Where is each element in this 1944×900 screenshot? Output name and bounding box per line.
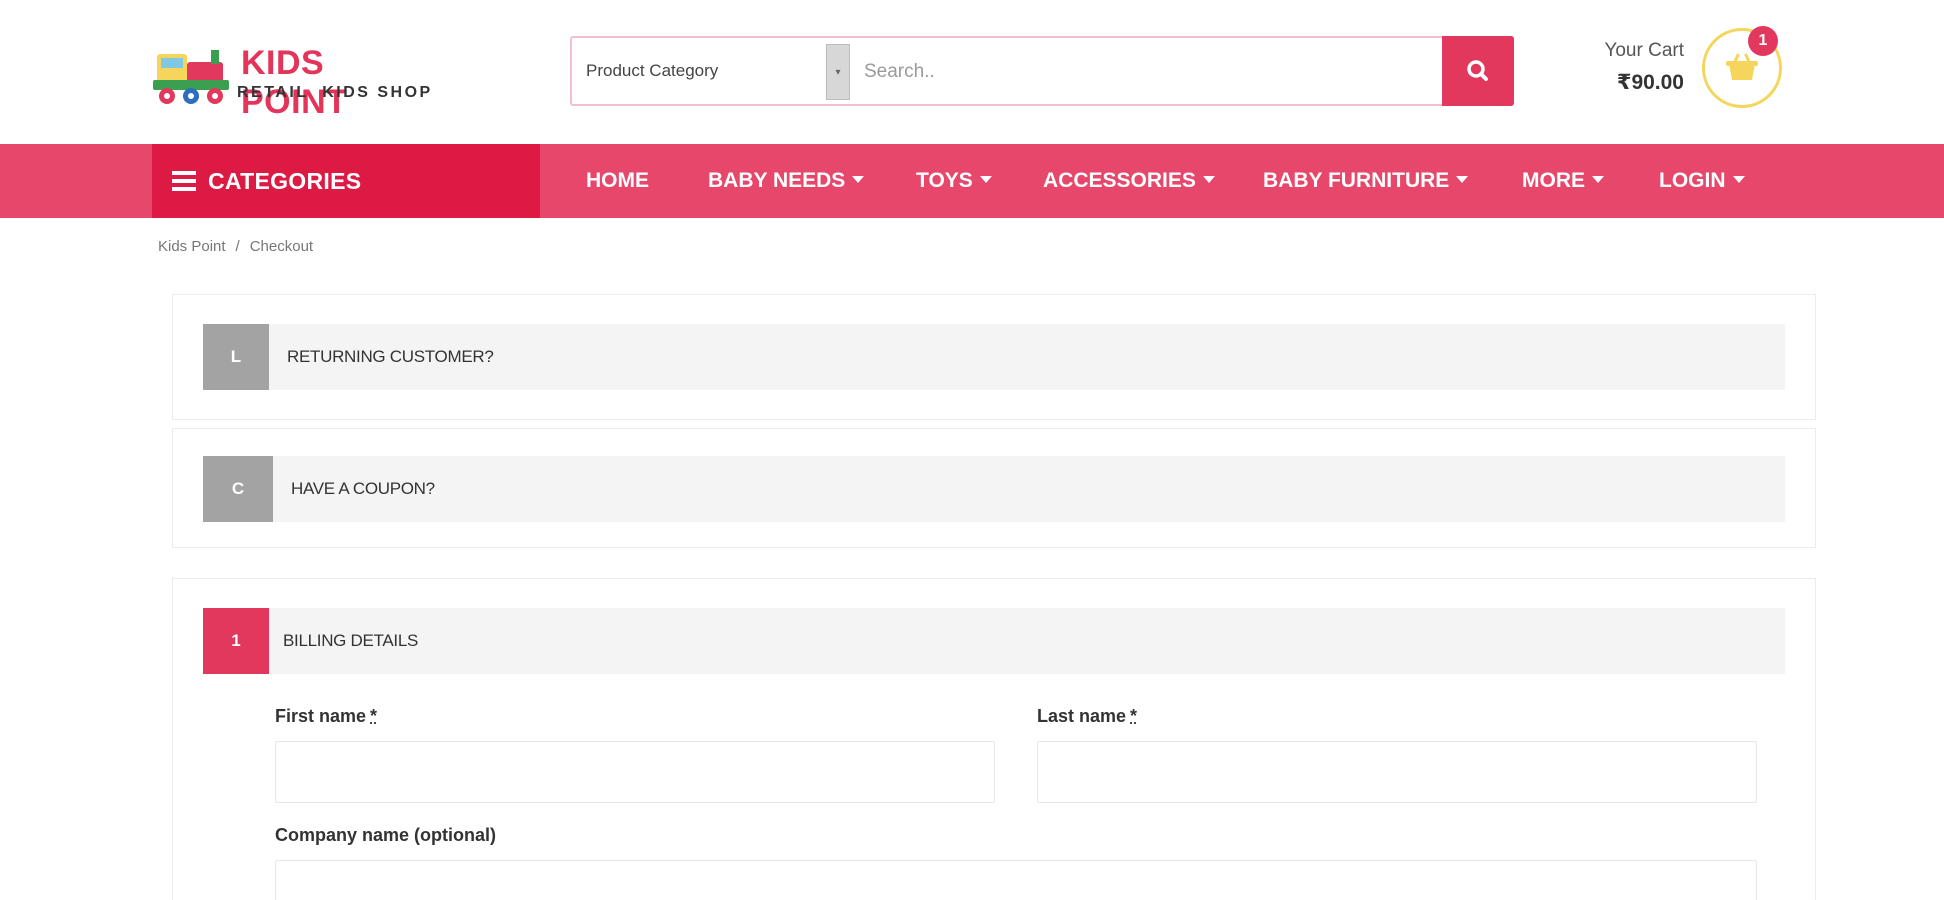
nav-item-accessories[interactable]: ACCESSORIES (1043, 144, 1215, 218)
nav-item-home[interactable]: HOME (586, 144, 649, 218)
caret-down-icon (980, 176, 992, 183)
nav-label: BABY NEEDS (708, 169, 845, 192)
train-logo-icon (153, 44, 237, 106)
nav-label: BABY FURNITURE (1263, 169, 1449, 192)
search-icon (1442, 36, 1514, 106)
categories-label: CATEGORIES (208, 144, 361, 218)
section-title: RETURNING CUSTOMER? (287, 324, 494, 390)
logo-title: KIDS POINT (241, 44, 433, 122)
caret-down-icon (1592, 176, 1604, 183)
required-mark: * (1130, 706, 1137, 726)
caret-down-icon (1733, 176, 1745, 183)
breadcrumb-separator: / (236, 238, 240, 255)
nav-label: TOYS (916, 169, 973, 192)
breadcrumb-current: Checkout (250, 238, 313, 255)
returning-customer-box: L RETURNING CUSTOMER? (172, 294, 1816, 420)
product-category-select[interactable]: Product Category (586, 38, 718, 104)
nav-item-toys[interactable]: TOYS (916, 144, 992, 218)
breadcrumb: Kids Point / Checkout (158, 238, 313, 255)
breadcrumb-home-link[interactable]: Kids Point (158, 238, 226, 255)
section-title: HAVE A COUPON? (291, 456, 435, 522)
nav-item-more[interactable]: MORE (1522, 144, 1604, 218)
step-badge: 1 (203, 608, 269, 674)
categories-menu-button[interactable]: CATEGORIES (152, 144, 540, 218)
caret-down-icon (852, 176, 864, 183)
step-badge: C (203, 456, 273, 522)
first-name-label: First name * (275, 706, 377, 727)
search-button[interactable] (1442, 36, 1514, 106)
nav-item-baby-furniture[interactable]: BABY FURNITURE (1263, 144, 1468, 218)
cart-total: ₹90.00 (1592, 70, 1684, 95)
nav-label: ACCESSORIES (1043, 169, 1196, 192)
chevron-down-icon[interactable]: ▾ (826, 44, 850, 100)
step-badge: L (203, 324, 269, 390)
required-mark: * (370, 706, 377, 726)
returning-customer-toggle[interactable]: L RETURNING CUSTOMER? (203, 324, 1785, 390)
site-header: KIDS POINT RETAIL KIDS SHOP Product Cate… (0, 0, 1944, 144)
billing-details-header: 1 BILLING DETAILS (203, 608, 1785, 674)
company-name-field[interactable] (275, 860, 1757, 900)
search-input[interactable] (864, 46, 1424, 98)
billing-details-box: 1 BILLING DETAILS First name * Last name *… (172, 578, 1816, 900)
logo-subtitle: RETAIL KIDS SHOP (237, 84, 433, 102)
search-bar: Product Category ▾ (570, 36, 1514, 106)
cart-label: Your Cart (1592, 40, 1684, 62)
nav-label: MORE (1522, 169, 1585, 192)
site-logo[interactable]: KIDS POINT RETAIL KIDS SHOP (153, 40, 433, 110)
first-name-field[interactable] (275, 741, 995, 803)
section-title: BILLING DETAILS (283, 608, 418, 674)
nav-label: HOME (586, 169, 649, 192)
hamburger-icon (172, 171, 196, 191)
coupon-toggle[interactable]: C HAVE A COUPON? (203, 456, 1785, 522)
caret-down-icon (1456, 176, 1468, 183)
coupon-box: C HAVE A COUPON? (172, 428, 1816, 548)
company-name-label: Company name (optional) (275, 825, 496, 846)
nav-item-baby-needs[interactable]: BABY NEEDS (708, 144, 864, 218)
nav-label: LOGIN (1659, 169, 1726, 192)
cart-count-badge: 1 (1748, 26, 1778, 56)
caret-down-icon (1203, 176, 1215, 183)
last-name-field[interactable] (1037, 741, 1757, 803)
nav-item-login[interactable]: LOGIN (1659, 144, 1745, 218)
last-name-label: Last name * (1037, 706, 1137, 727)
main-nav: CATEGORIES HOME BABY NEEDS TOYS ACCESSOR… (0, 144, 1944, 218)
